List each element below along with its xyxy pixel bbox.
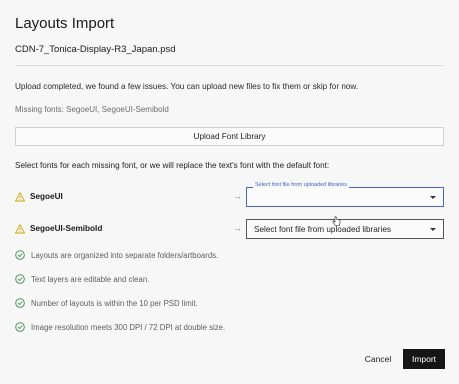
- import-button[interactable]: Import: [403, 349, 445, 369]
- missing-font-name: SegoeUI-Semibold: [30, 224, 103, 233]
- font-row-segoeui: SegoeUI → Select font file from uploaded…: [15, 182, 444, 209]
- select-fonts-intro: Select fonts for each missing font, or w…: [15, 161, 330, 170]
- upload-font-library-button[interactable]: Upload Font Library: [15, 127, 444, 146]
- select-value: Select font file from uploaded libraries: [254, 224, 391, 234]
- arrow-right-icon: →: [233, 223, 242, 233]
- font-file-select[interactable]: Select font file from uploaded libraries: [246, 182, 444, 207]
- font-row-segoeui-semibold: SegoeUI-Semibold → Select font file from…: [15, 219, 444, 241]
- select-floating-label: Select font file from uploaded libraries: [253, 182, 350, 188]
- file-name: CDN-7_Tonica-Display-R3_Japan.psd: [15, 44, 176, 55]
- check-circle-icon: [15, 322, 25, 332]
- warning-icon: [15, 224, 25, 234]
- check-circle-icon: [15, 298, 25, 308]
- check-circle-icon: [15, 274, 25, 284]
- chevron-down-icon: [430, 228, 436, 231]
- check-circle-icon: [15, 250, 25, 260]
- divider: [15, 65, 444, 66]
- hand-cursor-icon: [332, 216, 341, 226]
- layouts-import-dialog: Layouts Import CDN-7_Tonica-Display-R3_J…: [0, 0, 459, 384]
- check-text: Layouts are organized into separate fold…: [31, 251, 219, 260]
- missing-fonts-text: Missing fonts: SegoeUI, SegoeUI-Semibold: [15, 105, 169, 114]
- missing-font-name: SegoeUI: [30, 192, 63, 201]
- chevron-down-icon: [430, 196, 436, 199]
- arrow-right-icon: →: [233, 191, 242, 201]
- warning-icon: [15, 192, 25, 202]
- upload-notice: Upload completed, we found a few issues.…: [15, 82, 359, 91]
- font-file-select[interactable]: Select font file from uploaded libraries: [246, 219, 444, 239]
- cancel-button[interactable]: Cancel: [356, 349, 400, 369]
- check-text: Image resolution meets 300 DPI / 72 DPI …: [31, 323, 226, 332]
- check-text: Number of layouts is within the 10 per P…: [31, 299, 198, 308]
- check-text: Text layers are editable and clean.: [31, 275, 150, 284]
- dialog-title: Layouts Import: [15, 15, 115, 32]
